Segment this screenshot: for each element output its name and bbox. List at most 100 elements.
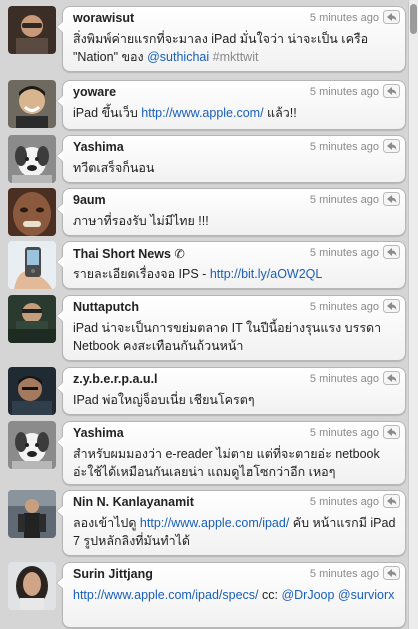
reply-button[interactable]	[383, 299, 400, 313]
avatar[interactable]	[8, 135, 56, 183]
avatar[interactable]	[8, 562, 56, 610]
avatar-photo-woman	[8, 562, 56, 610]
tweet-bubble: 9aum 5 minutes ago ภาษาที่รองรับ ไม่มีไทย …	[56, 188, 406, 236]
tweet-text: iPad น่าจะเป็นการขย่มตลาด IT ในปีนี้อย่า…	[73, 319, 397, 355]
tweet-username[interactable]: yoware	[73, 85, 116, 99]
tweet-mention[interactable]: @surviorx	[338, 588, 394, 602]
reply-arrow-icon	[383, 139, 400, 153]
avatar[interactable]	[8, 80, 56, 128]
tweet-text-segment: ทวีตเสร็จก็นอน	[73, 161, 155, 175]
tweet-text: http://www.apple.com/ipad/specs/ cc: @Dr…	[73, 586, 397, 604]
avatar[interactable]	[8, 188, 56, 236]
tweet-text-segment: cc:	[258, 588, 282, 602]
tweet-timestamp[interactable]: 5 minutes ago	[310, 427, 379, 439]
avatar[interactable]	[8, 490, 56, 538]
tweet-row: worawisut 5 minutes ago สิ่งพิมพ์ค่ายแรกที…	[0, 6, 408, 72]
reply-button[interactable]	[383, 10, 400, 24]
reply-button[interactable]	[383, 425, 400, 439]
reply-arrow-icon	[383, 10, 400, 24]
tweet-timestamp[interactable]: 5 minutes ago	[310, 373, 379, 385]
tweet-bubble: Yashima 5 minutes ago สำหรับผมมองว่า e-rea…	[56, 421, 406, 485]
tweet-row: z.y.b.e.r.p.a.u.l 5 minutes ago IPad พ่อให…	[0, 367, 408, 415]
tweet-username[interactable]: 9aum	[73, 193, 106, 207]
tweet-text: รายละเอียดเรื่องจอ IPS - http://bit.ly/a…	[73, 265, 397, 283]
tweet-text-segment: สำหรับผมมองว่า e-reader ไม่ตาย แต่ที่จะต…	[73, 447, 380, 479]
reply-button[interactable]	[383, 192, 400, 206]
reply-button[interactable]	[383, 494, 400, 508]
tweet-text-segment: รายละเอียดเรื่องจอ IPS -	[73, 267, 210, 281]
avatar-cartoon-dog	[8, 421, 56, 469]
tweet-username[interactable]: Nuttaputch	[73, 300, 139, 314]
tweet-username[interactable]: Surin Jittjang	[73, 567, 153, 581]
reply-button[interactable]	[383, 371, 400, 385]
tweet-bubble: Nuttaputch 5 minutes ago iPad น่าจะเป็นการ…	[56, 295, 406, 361]
reply-arrow-icon	[383, 566, 400, 580]
tweet-timestamp[interactable]: 5 minutes ago	[310, 141, 379, 153]
tweet-link[interactable]: http://www.apple.com/	[141, 106, 263, 120]
tweet-text: สำหรับผมมองว่า e-reader ไม่ตาย แต่ที่จะต…	[73, 445, 397, 481]
reply-arrow-icon	[383, 84, 400, 98]
reply-button[interactable]	[383, 566, 400, 580]
tweet-hashtag[interactable]: #mkttwit	[213, 50, 259, 64]
tweet-mention[interactable]: @suthichai	[147, 50, 209, 64]
tweet-text-segment: แล้ว!!	[263, 106, 297, 120]
avatar-photo-smiling-man	[8, 80, 56, 128]
avatar-cartoon-dog	[8, 135, 56, 183]
avatar-mkttwit-logo	[8, 295, 56, 343]
tweet-row: Nuttaputch 5 minutes ago iPad น่าจะเป็นการ…	[0, 295, 408, 361]
tweet-mention[interactable]: @DrJoop	[281, 588, 334, 602]
avatar-photo-man-glasses	[8, 6, 56, 54]
avatar-photo-man-standing	[8, 490, 56, 538]
tweet-text: สิ่งพิมพ์ค่ายแรกที่จะมาลง iPad มั่นใจว่า…	[73, 30, 397, 66]
reply-button[interactable]	[383, 245, 400, 259]
tweet-link[interactable]: http://www.apple.com/ipad/specs/	[73, 588, 259, 602]
tweet-bubble: worawisut 5 minutes ago สิ่งพิมพ์ค่ายแรกที…	[56, 6, 406, 72]
tweet-text-segment: iPad ขึ้นเว็บ	[73, 106, 142, 120]
tweet-timestamp[interactable]: 5 minutes ago	[310, 301, 379, 313]
tweet-text: IPad พ่อใหญ่จ็อบเนี่ย เชียนโครตๆ	[73, 391, 397, 409]
tweet-row: Yashima 5 minutes ago ทวีตเสร็จก็นอน	[0, 135, 408, 183]
tweet-timestamp[interactable]: 5 minutes ago	[310, 86, 379, 98]
reply-arrow-icon	[383, 371, 400, 385]
reply-arrow-icon	[383, 425, 400, 439]
tweet-link[interactable]: http://www.apple.com/ipad/	[140, 516, 289, 530]
tweet-username[interactable]: Yashima	[73, 140, 124, 154]
reply-button[interactable]	[383, 84, 400, 98]
tweet-bubble: Yashima 5 minutes ago ทวีตเสร็จก็นอน	[56, 135, 406, 183]
tweet-row: 9aum 5 minutes ago ภาษาที่รองรับ ไม่มีไทย …	[0, 188, 408, 236]
tweet-timestamp[interactable]: 5 minutes ago	[310, 194, 379, 206]
tweet-timestamp[interactable]: 5 minutes ago	[310, 568, 379, 580]
scrollbar[interactable]	[408, 0, 418, 629]
avatar[interactable]	[8, 295, 56, 343]
scroll-thumb[interactable]	[410, 4, 417, 34]
tweet-row: Nin N. Kanlayanamit 5 minutes ago ลองเข้าไ…	[0, 490, 408, 556]
tweet-username[interactable]: worawisut	[73, 11, 134, 25]
tweet-timestamp[interactable]: 5 minutes ago	[310, 12, 379, 24]
tweet-row: Surin Jittjang 5 minutes ago http://www.ap…	[0, 562, 408, 628]
tweet-text-segment: ลองเข้าไปดู	[73, 516, 140, 530]
tweet-username[interactable]: Nin N. Kanlayanamit	[73, 495, 194, 509]
tweet-username[interactable]: z.y.b.e.r.p.a.u.l	[73, 372, 158, 386]
reply-arrow-icon	[383, 494, 400, 508]
avatar-phone-in-hand	[8, 241, 56, 289]
tweet-username[interactable]: Yashima	[73, 426, 124, 440]
tweet-text-segment: IPad พ่อใหญ่จ็อบเนี่ย เชียนโครตๆ	[73, 393, 255, 407]
tweet-text: ลองเข้าไปดู http://www.apple.com/ipad/ ค…	[73, 514, 397, 550]
tweet-text: ภาษาที่รองรับ ไม่มีไทย !!!	[73, 212, 397, 230]
tweet-username[interactable]: Thai Short News ✆	[73, 246, 185, 261]
tweet-text: iPad ขึ้นเว็บ http://www.apple.com/ แล้ว…	[73, 104, 397, 122]
tweet-row: Yashima 5 minutes ago สำหรับผมมองว่า e-rea…	[0, 421, 408, 485]
avatar-photo-man-dark	[8, 367, 56, 415]
tweet-timestamp[interactable]: 5 minutes ago	[310, 247, 379, 259]
reply-arrow-icon	[383, 245, 400, 259]
reply-button[interactable]	[383, 139, 400, 153]
avatar[interactable]	[8, 421, 56, 469]
tweet-timestamp[interactable]: 5 minutes ago	[310, 496, 379, 508]
avatar[interactable]	[8, 241, 56, 289]
tweet-bubble: Nin N. Kanlayanamit 5 minutes ago ลองเข้าไ…	[56, 490, 406, 556]
tweet-link[interactable]: http://bit.ly/aOW2QL	[210, 267, 323, 281]
tweet-bubble: yoware 5 minutes ago iPad ขึ้นเว็บ http://…	[56, 80, 406, 130]
tweet-bubble: z.y.b.e.r.p.a.u.l 5 minutes ago IPad พ่อให…	[56, 367, 406, 415]
avatar[interactable]	[8, 6, 56, 54]
avatar[interactable]	[8, 367, 56, 415]
